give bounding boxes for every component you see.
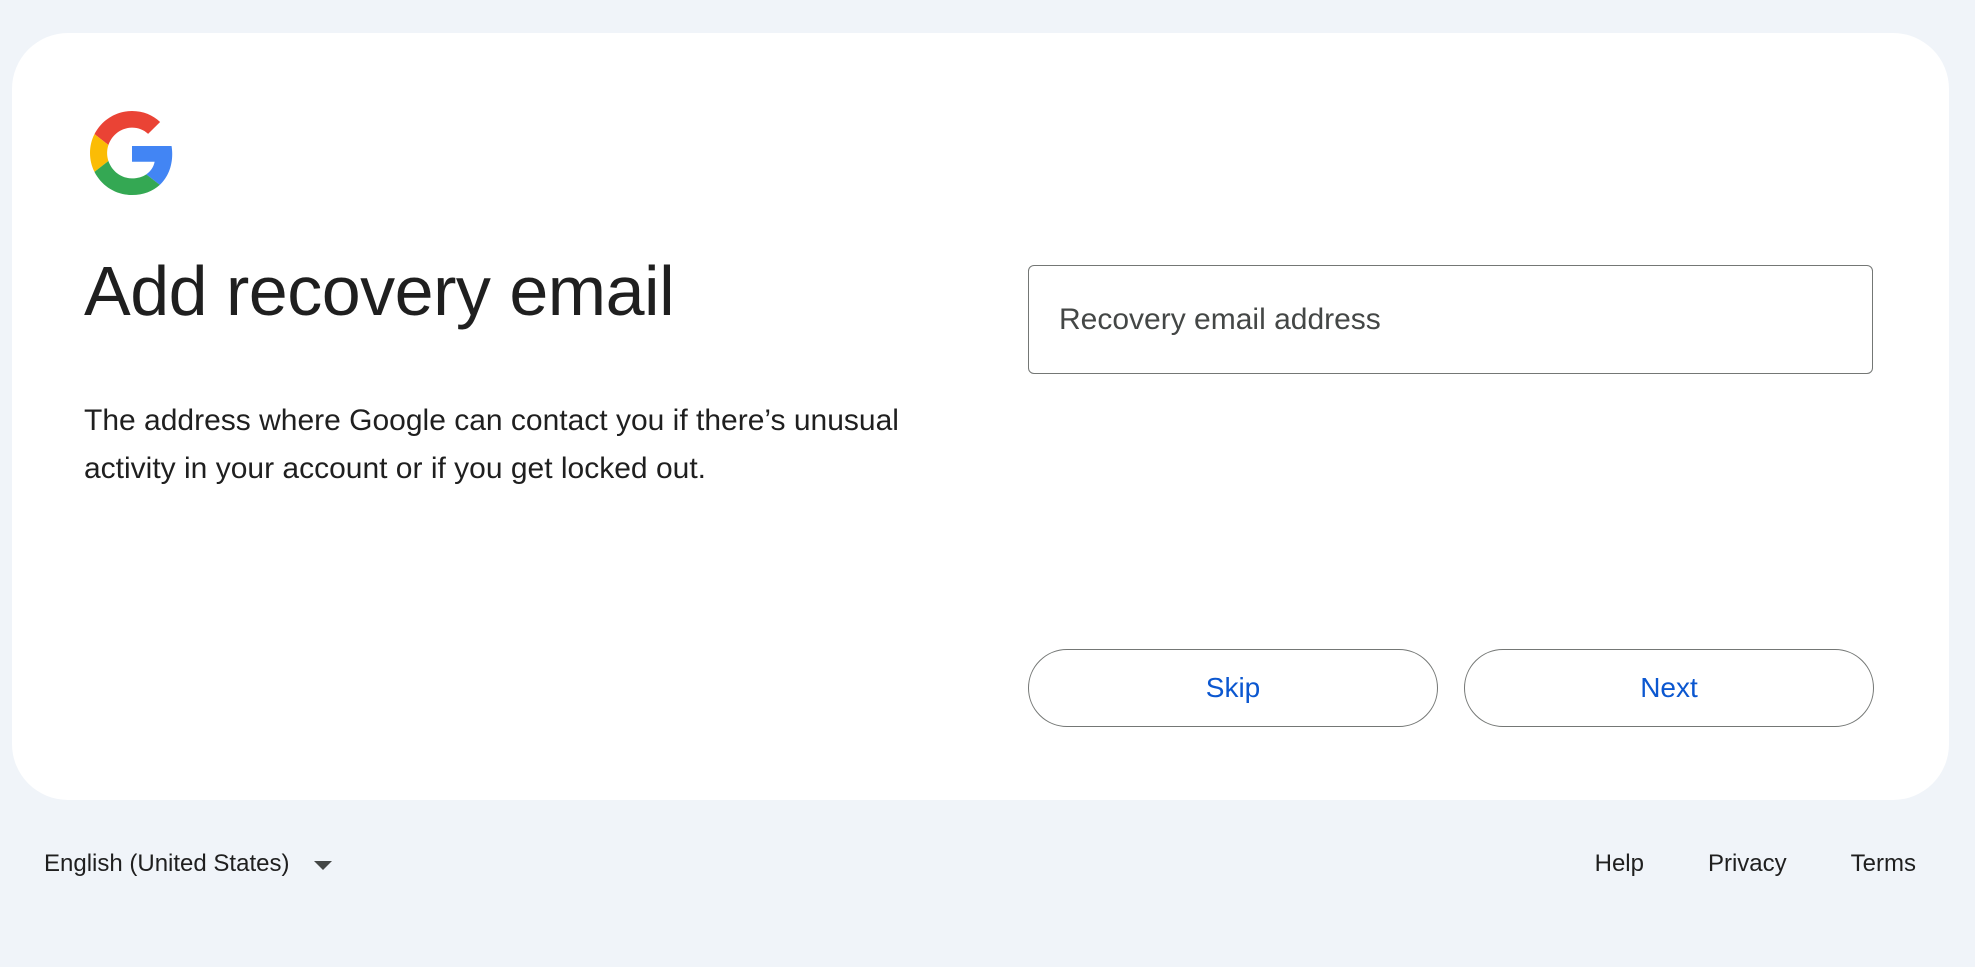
language-label: English (United States) [44, 850, 290, 877]
footer-links: Help Privacy Terms [1595, 850, 1916, 878]
recovery-email-field[interactable] [1028, 265, 1873, 374]
terms-link[interactable]: Terms [1851, 850, 1916, 878]
skip-button[interactable]: Skip [1028, 649, 1438, 727]
privacy-link[interactable]: Privacy [1708, 850, 1787, 878]
page-title: Add recovery email [84, 252, 675, 330]
google-logo-icon [90, 111, 173, 195]
footer: English (United States) Help Privacy Ter… [0, 850, 1975, 880]
language-selector[interactable]: English (United States) [44, 850, 289, 878]
triangle-down-icon[interactable] [314, 861, 332, 870]
recovery-email-input[interactable] [1029, 266, 1872, 373]
recovery-email-card: Add recovery email The address where Goo… [12, 33, 1949, 800]
next-button[interactable]: Next [1464, 649, 1874, 727]
page-description: The address where Google can contact you… [84, 404, 899, 485]
help-link[interactable]: Help [1595, 850, 1644, 878]
